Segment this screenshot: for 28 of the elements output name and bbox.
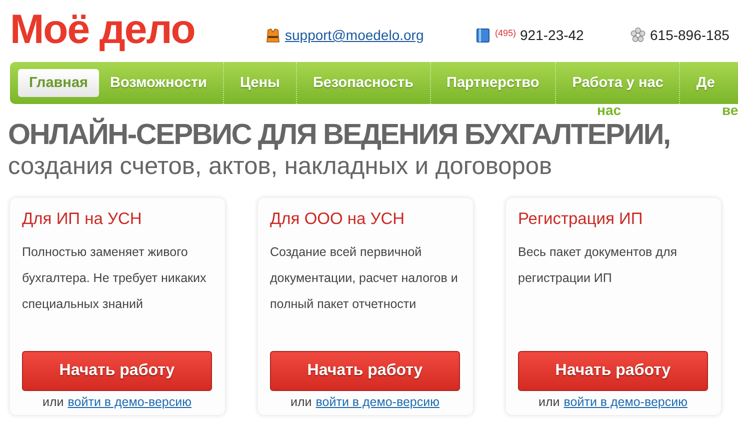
start-button[interactable]: Начать работу: [518, 351, 708, 391]
nav-tab[interactable]: Главная: [18, 69, 99, 97]
address-book-icon: [475, 27, 491, 43]
or-text: или: [538, 395, 560, 409]
card-title: Для ИП на УСН: [22, 210, 143, 229]
phone-code: (495): [495, 28, 516, 38]
card-description: Полностью заменяет живого бухгалтера. Не требует никаких специальных знаний: [22, 244, 208, 313]
email-link[interactable]: support@moedelo.org: [285, 27, 424, 43]
demo-link[interactable]: войти в демо-версию: [564, 395, 688, 409]
card-description: Весь пакет документов для регистрации ИП: [518, 244, 678, 287]
icq-number: 615-896-185: [650, 27, 730, 43]
headline: ОНЛАЙН-СЕРВИС ДЛЯ ВЕДЕНИЯ БУХГАЛТЕРИИ,: [7, 118, 671, 152]
nav-overflow-text: ве: [722, 102, 738, 118]
logo[interactable]: Моё дело: [10, 8, 265, 50]
subheadline: создания счетов, актов, накладных и договоров: [7, 152, 553, 182]
start-button[interactable]: Начать работу: [22, 351, 212, 391]
nav-overflow-text: нас: [597, 102, 622, 118]
demo-link[interactable]: войти в демо-версию: [68, 395, 192, 409]
card-description: Создание всей первичной документации, расчет налогов и полный пакет отчетности: [270, 244, 459, 313]
or-text: или: [290, 395, 312, 409]
phone-number: 921-23-42: [520, 27, 584, 43]
life-vest-icon: [265, 27, 281, 43]
card-title: Для ООО на УСН: [270, 210, 406, 229]
demo-link[interactable]: войти в демо-версию: [316, 395, 440, 409]
card-title: Регистрация ИП: [518, 210, 644, 229]
flower-icon: [630, 27, 646, 43]
start-button[interactable]: Начать работу: [270, 351, 460, 391]
or-text: или: [42, 395, 64, 409]
